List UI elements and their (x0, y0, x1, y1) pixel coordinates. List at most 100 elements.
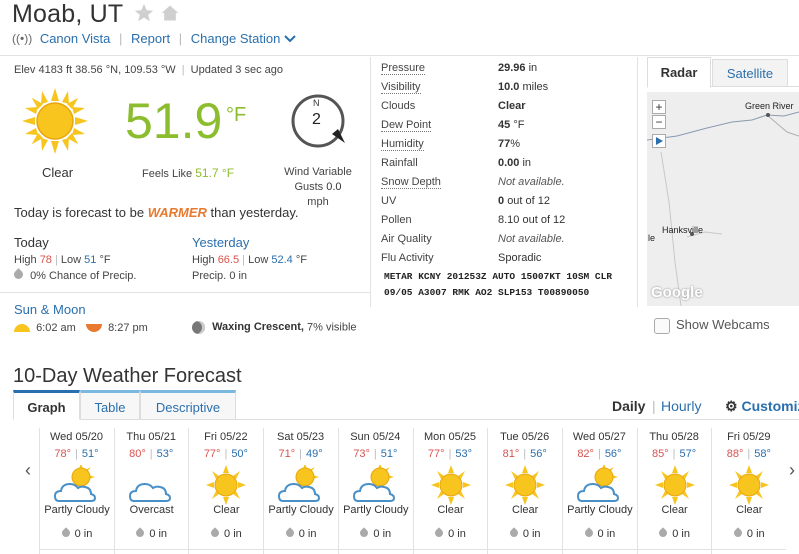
tab-descriptive[interactable]: Descriptive (140, 390, 236, 420)
day-precip: 0 in (339, 527, 413, 540)
partly-cloudy-icon (278, 465, 321, 502)
day-precip-value: 0 in (746, 528, 765, 540)
chevron-down-icon[interactable] (284, 34, 296, 43)
day-temps: 81° | 56° (488, 448, 561, 460)
zoom-in-button[interactable]: + (652, 100, 666, 114)
home-icon[interactable] (160, 3, 180, 23)
day-name: Thu 05/28 (649, 431, 699, 443)
forecast-day[interactable]: Tue 05/26 81° | 56° Clear 0 in (487, 428, 561, 554)
forecast-day[interactable]: Thu 05/21 80° | 53° Overcast 0 in (113, 428, 188, 554)
forecast-day[interactable]: Sat 05/23 71° | 49° Partly Cloudy 0 in (263, 428, 337, 554)
tab-table[interactable]: Table (80, 390, 140, 420)
detail-label: Flu Activity (381, 252, 434, 264)
detail-unit: in (528, 62, 538, 74)
station-link[interactable]: Canon Vista (40, 31, 111, 46)
forecast-day[interactable]: Mon 05/25 77° | 53° Clear 0 in (412, 428, 488, 554)
yesterday-heading[interactable]: Yesterday (192, 235, 249, 250)
clear-icon (505, 465, 546, 505)
sunrise-icon (14, 324, 30, 333)
raindrop-icon (657, 527, 669, 539)
detail-row: Flu Activity Sporadic (381, 252, 631, 270)
tab-radar[interactable]: Radar (647, 57, 711, 88)
day-temps: 78° | 51° (40, 448, 113, 460)
detail-number: 0.00 (498, 157, 520, 169)
webcams-checkbox[interactable] (654, 317, 670, 334)
tab-satellite[interactable]: Satellite (712, 59, 788, 87)
day-name: Sat 05/23 (277, 431, 325, 443)
radar-map[interactable]: Green River Hanksville le + − Google (647, 92, 799, 306)
detail-label[interactable]: Snow Depth (381, 176, 441, 189)
divider: | (652, 398, 656, 414)
signal-icon: ((•)) (12, 31, 33, 46)
detail-label: Air Quality (381, 233, 432, 245)
yesterday-unit: °F (295, 254, 307, 266)
divider: | (597, 448, 601, 460)
divider: | (448, 448, 452, 460)
detail-label[interactable]: Humidity (381, 138, 424, 151)
yesterday-low: 52.4 (271, 254, 293, 266)
day-temps: 85° | 57° (638, 448, 711, 460)
detail-label[interactable]: Dew Point (381, 119, 432, 132)
forecast-day[interactable]: Wed 05/20 78° | 51° Partly Cloudy 0 in (39, 428, 113, 554)
detail-value[interactable]: Sporadic (498, 252, 541, 264)
forecast-day[interactable]: Thu 05/28 85° | 57° Clear 0 in (636, 428, 711, 554)
google-brand: Google (651, 284, 703, 301)
today-precip: 0% Chance of Precip. (30, 270, 137, 282)
sun-moon-heading[interactable]: Sun & Moon (14, 302, 86, 317)
divider: | (224, 448, 228, 460)
day-temps: 88° | 58° (712, 448, 785, 460)
forecast-day[interactable]: Fri 05/22 77° | 50° Clear 0 in (188, 428, 262, 554)
detail-value: 45 °F (498, 119, 524, 131)
zoom-out-button[interactable]: − (652, 115, 666, 129)
today-precip-line: 0% Chance of Precip. (12, 268, 137, 282)
detail-value[interactable]: 8.10 out of 12 (498, 214, 565, 226)
show-webcams[interactable]: Show Webcams (654, 317, 770, 334)
tab-graph[interactable]: Graph (13, 390, 80, 420)
day-name: Mon 05/25 (424, 431, 476, 443)
detail-unit: out of 12 (522, 214, 566, 226)
detail-label: Clouds (381, 100, 416, 112)
prev-days-arrow[interactable]: ‹ (25, 460, 31, 481)
day-precip: 0 in (414, 527, 488, 540)
day-high: 85° (652, 448, 669, 460)
favorite-star-icon[interactable] (133, 2, 155, 24)
day-low: 51° (81, 448, 99, 460)
report-link[interactable]: Report (131, 31, 170, 46)
feels-like: Feels Like 51.7 °F (142, 166, 234, 180)
today-high: 78 (39, 254, 52, 266)
clear-icon (430, 465, 471, 505)
detail-label[interactable]: Visibility (381, 81, 421, 94)
forecast-day[interactable]: Sun 05/24 73° | 51° Partly Cloudy 0 in (337, 428, 413, 554)
play-button[interactable] (652, 134, 666, 148)
customize-button[interactable]: ⚙ Customiz (725, 398, 799, 415)
day-low: 53° (455, 448, 473, 460)
raindrop-icon (358, 527, 371, 539)
current-temperature: 51.9 (125, 93, 223, 149)
day-temps: 80° | 53° (115, 448, 188, 460)
forecast-day[interactable]: Wed 05/27 82° | 56° Partly Cloudy 0 in (561, 428, 636, 554)
clear-sun-icon (22, 88, 88, 154)
detail-row: Dew Point 45 °F (381, 119, 631, 137)
feels-like-label: Feels Like (142, 168, 193, 180)
divider: | (672, 448, 676, 460)
change-station-link[interactable]: Change Station (191, 31, 281, 46)
day-name: Fri 05/22 (204, 431, 248, 443)
detail-label: Pollen (381, 214, 412, 226)
hourly-toggle[interactable]: Hourly (661, 398, 701, 414)
next-days-arrow[interactable]: › (789, 460, 795, 481)
partly-cloudy-icon (576, 465, 619, 502)
daily-toggle[interactable]: Daily (612, 398, 645, 414)
today-heading: Today (14, 235, 49, 250)
detail-label[interactable]: Pressure (381, 62, 426, 75)
sunrise-line: 6:02 am (14, 322, 76, 334)
detail-label: UV (381, 195, 397, 207)
gusts-label: Gusts (294, 181, 324, 193)
forecast-day[interactable]: Fri 05/29 88° | 58° Clear 0 in (711, 428, 785, 554)
day-high: 77° (203, 448, 221, 460)
yesterday-precip-label: Precip. (192, 270, 227, 282)
day-temps: 73° | 51° (339, 448, 412, 460)
raindrop-icon (209, 527, 221, 539)
detail-row: Snow Depth Not available. (381, 176, 631, 194)
detail-row: Rainfall 0.00 in (381, 157, 631, 175)
day-precip: 0 in (712, 527, 786, 540)
